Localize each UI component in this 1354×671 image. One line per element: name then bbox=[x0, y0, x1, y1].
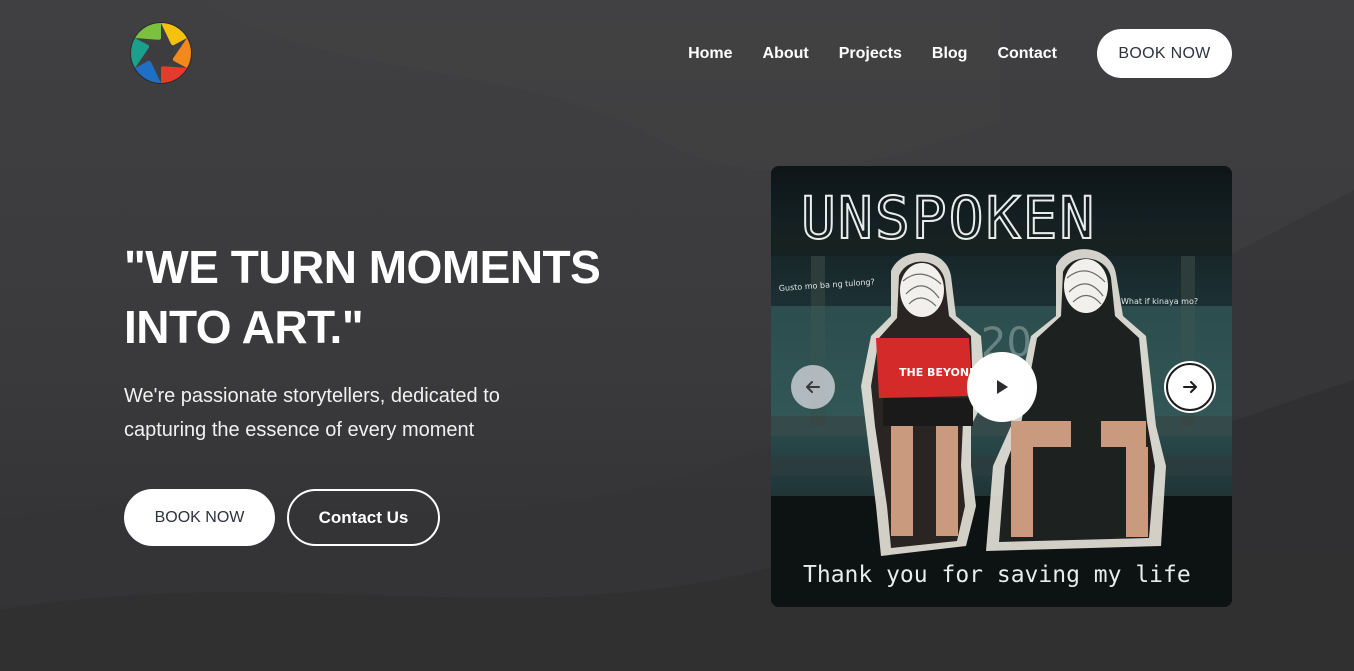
aperture-logo-icon[interactable] bbox=[128, 20, 194, 86]
arrow-left-icon bbox=[806, 381, 820, 393]
nav-home-link[interactable]: Home bbox=[688, 45, 732, 63]
play-video-button[interactable] bbox=[967, 352, 1037, 422]
video-card[interactable]: 20 THE BEYOND UNSPOKEN Gusto mo ba ng tu… bbox=[771, 166, 1232, 607]
nav-about-link[interactable]: About bbox=[763, 45, 809, 63]
hero-headline-line1: "WE TURN MOMENTS bbox=[124, 241, 601, 293]
nav-blog-link[interactable]: Blog bbox=[932, 45, 968, 63]
carousel-next-button[interactable] bbox=[1166, 363, 1214, 411]
photo-title: UNSPOKEN bbox=[801, 184, 1096, 252]
hero-section: "WE TURN MOMENTS INTO ART." We're passio… bbox=[124, 237, 684, 546]
nav-book-now-button[interactable]: BOOK NOW bbox=[1097, 29, 1232, 78]
arrow-right-icon bbox=[1183, 381, 1197, 393]
photo-caption: Thank you for saving my life bbox=[803, 562, 1191, 588]
hero-subtitle: We're passionate storytellers, dedicated… bbox=[124, 385, 500, 441]
contact-us-button[interactable]: Contact Us bbox=[287, 489, 440, 546]
shirt-text: THE BEYOND bbox=[899, 366, 978, 379]
nav-projects-link[interactable]: Projects bbox=[839, 45, 902, 63]
hero-headline: "WE TURN MOMENTS INTO ART." bbox=[124, 237, 684, 357]
hero-book-now-button[interactable]: BOOK NOW bbox=[124, 489, 275, 546]
hero-headline-line2: INTO ART." bbox=[124, 301, 364, 353]
play-icon bbox=[997, 380, 1008, 394]
nav-contact-link[interactable]: Contact bbox=[997, 45, 1057, 63]
carousel-prev-button[interactable] bbox=[791, 365, 835, 409]
main-nav: Home About Projects Blog Contact BOOK NO… bbox=[688, 29, 1232, 78]
hero-buttons: BOOK NOW Contact Us bbox=[124, 489, 684, 546]
photo-note-right: What if kinaya mo? bbox=[1121, 297, 1198, 306]
